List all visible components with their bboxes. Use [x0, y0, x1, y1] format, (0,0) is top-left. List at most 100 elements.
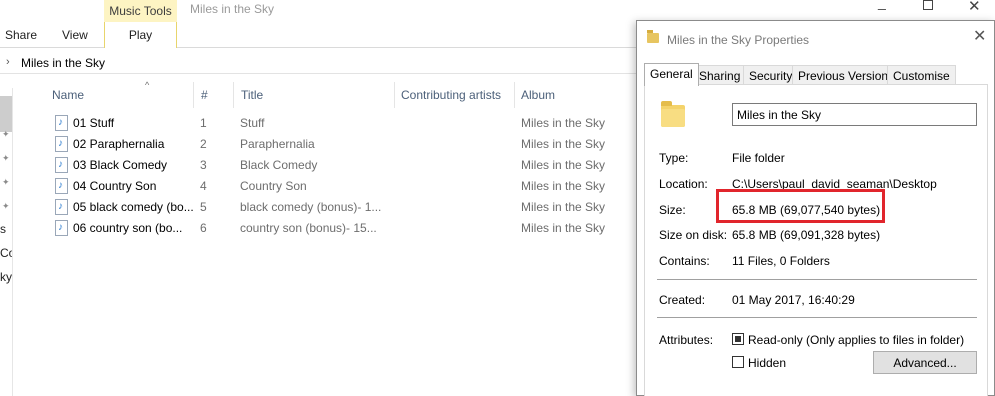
address-bar[interactable]: › Miles in the Sky	[0, 52, 636, 74]
track-number: 6	[200, 221, 207, 235]
pin-icon: ✦	[2, 129, 10, 139]
folder-icon	[661, 101, 685, 127]
track-number: 1	[200, 116, 207, 130]
minimize-icon[interactable]: _	[878, 0, 886, 10]
file-name: 02 Paraphernalia	[73, 137, 165, 151]
album-name: Miles in the Sky	[521, 179, 606, 193]
file-name: 05 black comedy (bo...	[73, 200, 194, 214]
file-name: 06 country son (bo...	[73, 221, 183, 235]
dialog-title: Miles in the Sky Properties	[667, 33, 810, 47]
type-label: Type:	[659, 151, 689, 165]
track-title: black comedy (bonus)- 1...	[240, 200, 382, 214]
dialog-titlebar[interactable]: Miles in the Sky Properties ✕	[637, 21, 994, 59]
divider	[657, 317, 977, 318]
breadcrumb[interactable]: Miles in the Sky	[21, 56, 105, 70]
track-title: Paraphernalia	[240, 137, 315, 151]
close-icon[interactable]: ✕	[973, 29, 986, 45]
album-name: Miles in the Sky	[521, 221, 606, 235]
column-divider[interactable]	[193, 82, 194, 108]
music-tools-group: Music Tools Play	[104, 0, 177, 48]
pin-icon: ✦	[2, 201, 10, 211]
close-window-icon[interactable]: ✕	[968, 0, 981, 15]
track-title: Country Son	[240, 179, 307, 193]
hidden-label[interactable]: Hidden	[748, 356, 786, 370]
tab-view[interactable]: View	[62, 28, 88, 42]
nav-item[interactable]: s	[0, 222, 6, 236]
album-name: Miles in the Sky	[521, 116, 606, 130]
music-file-icon: ♪	[55, 199, 68, 215]
tab-previous-versions[interactable]: Previous Versions	[792, 65, 901, 85]
column-number[interactable]: #	[201, 88, 208, 102]
nav-item[interactable]: Coll	[0, 246, 12, 260]
track-number: 3	[200, 158, 207, 172]
size-on-disk-value: 65.8 MB (69,091,328 bytes)	[732, 228, 881, 242]
navigation-pane: ✦ ✦ ✦ ✦ s Coll ky	[0, 88, 13, 396]
tab-general[interactable]: General	[644, 63, 699, 86]
size-label: Size:	[659, 203, 686, 217]
contains-label: Contains:	[659, 254, 710, 268]
album-name: Miles in the Sky	[521, 200, 606, 214]
album-name: Miles in the Sky	[521, 137, 606, 151]
sort-ascending-icon: ^	[145, 80, 150, 90]
folder-icon	[647, 30, 659, 43]
created-value: 01 May 2017, 16:40:29	[732, 293, 855, 307]
folder-name-input[interactable]: Miles in the Sky	[732, 103, 977, 126]
track-title: Black Comedy	[240, 158, 318, 172]
divider	[657, 279, 977, 280]
nav-scrollbar[interactable]	[0, 96, 12, 132]
album-name: Miles in the Sky	[521, 158, 606, 172]
column-divider[interactable]	[233, 82, 234, 108]
column-name[interactable]: Name	[52, 88, 84, 102]
file-row[interactable]: ♪ 06 country son (bo... 6 country son (b…	[30, 218, 636, 239]
column-title[interactable]: Title	[241, 88, 263, 102]
track-number: 4	[200, 179, 207, 193]
type-value: File folder	[732, 151, 785, 165]
file-name: 03 Black Comedy	[73, 158, 168, 172]
music-file-icon: ♪	[55, 220, 68, 236]
tab-security[interactable]: Security	[743, 65, 799, 85]
contains-value: 11 Files, 0 Folders	[732, 254, 830, 268]
column-contributing-artists[interactable]: Contributing artists	[401, 88, 501, 102]
column-divider[interactable]	[394, 82, 395, 108]
size-highlight-box	[716, 189, 885, 223]
file-row[interactable]: ♪ 03 Black Comedy 3 Black Comedy Miles i…	[30, 155, 636, 176]
column-album[interactable]: Album	[521, 88, 555, 102]
file-row[interactable]: ♪ 05 black comedy (bo... 5 black comedy …	[30, 197, 636, 218]
track-title: Stuff	[240, 116, 265, 130]
music-file-icon: ♪	[55, 115, 68, 131]
maximize-icon[interactable]	[923, 0, 933, 10]
column-headers: ^ Name # Title Contributing artists Albu…	[30, 80, 636, 108]
tab-share[interactable]: Share	[5, 28, 37, 42]
music-file-icon: ♪	[55, 136, 68, 152]
size-on-disk-label: Size on disk:	[659, 228, 728, 242]
tab-play[interactable]: Play	[104, 22, 177, 48]
file-name: 04 Country Son	[73, 179, 157, 193]
track-title: country son (bonus)- 15...	[240, 221, 377, 235]
pin-icon: ✦	[2, 177, 10, 187]
music-file-icon: ♪	[55, 157, 68, 173]
column-divider[interactable]	[514, 82, 515, 108]
tab-customise[interactable]: Customise	[887, 65, 956, 85]
file-row[interactable]: ♪ 02 Paraphernalia 2 Paraphernalia Miles…	[30, 134, 636, 155]
track-number: 5	[200, 200, 207, 214]
music-file-icon: ♪	[55, 178, 68, 194]
file-name: 01 Stuff	[73, 116, 115, 130]
tab-sharing[interactable]: Sharing	[693, 65, 747, 85]
explorer-window-title: Miles in the Sky	[190, 2, 275, 16]
location-label: Location:	[659, 177, 708, 191]
created-label: Created:	[659, 293, 706, 307]
readonly-label[interactable]: Read-only (Only applies to files in fold…	[748, 333, 964, 347]
music-tools-label: Music Tools	[109, 4, 172, 18]
advanced-button[interactable]: Advanced...	[873, 351, 977, 374]
nav-item[interactable]: ky	[0, 270, 12, 284]
file-row[interactable]: ♪ 04 Country Son 4 Country Son Miles in …	[30, 176, 636, 197]
readonly-checkbox[interactable]	[732, 333, 744, 345]
pin-icon: ✦	[2, 153, 10, 163]
hidden-checkbox[interactable]	[732, 356, 744, 368]
attributes-label: Attributes:	[659, 333, 714, 347]
file-row[interactable]: ♪ 01 Stuff 1 Stuff Miles in the Sky	[30, 113, 636, 134]
track-number: 2	[200, 137, 207, 151]
general-page: Miles in the Sky Type: File folder Locat…	[644, 84, 988, 396]
dialog-tabs: General Sharing Security Previous Versio…	[644, 63, 987, 86]
chevron-right-icon[interactable]: ›	[6, 56, 10, 68]
